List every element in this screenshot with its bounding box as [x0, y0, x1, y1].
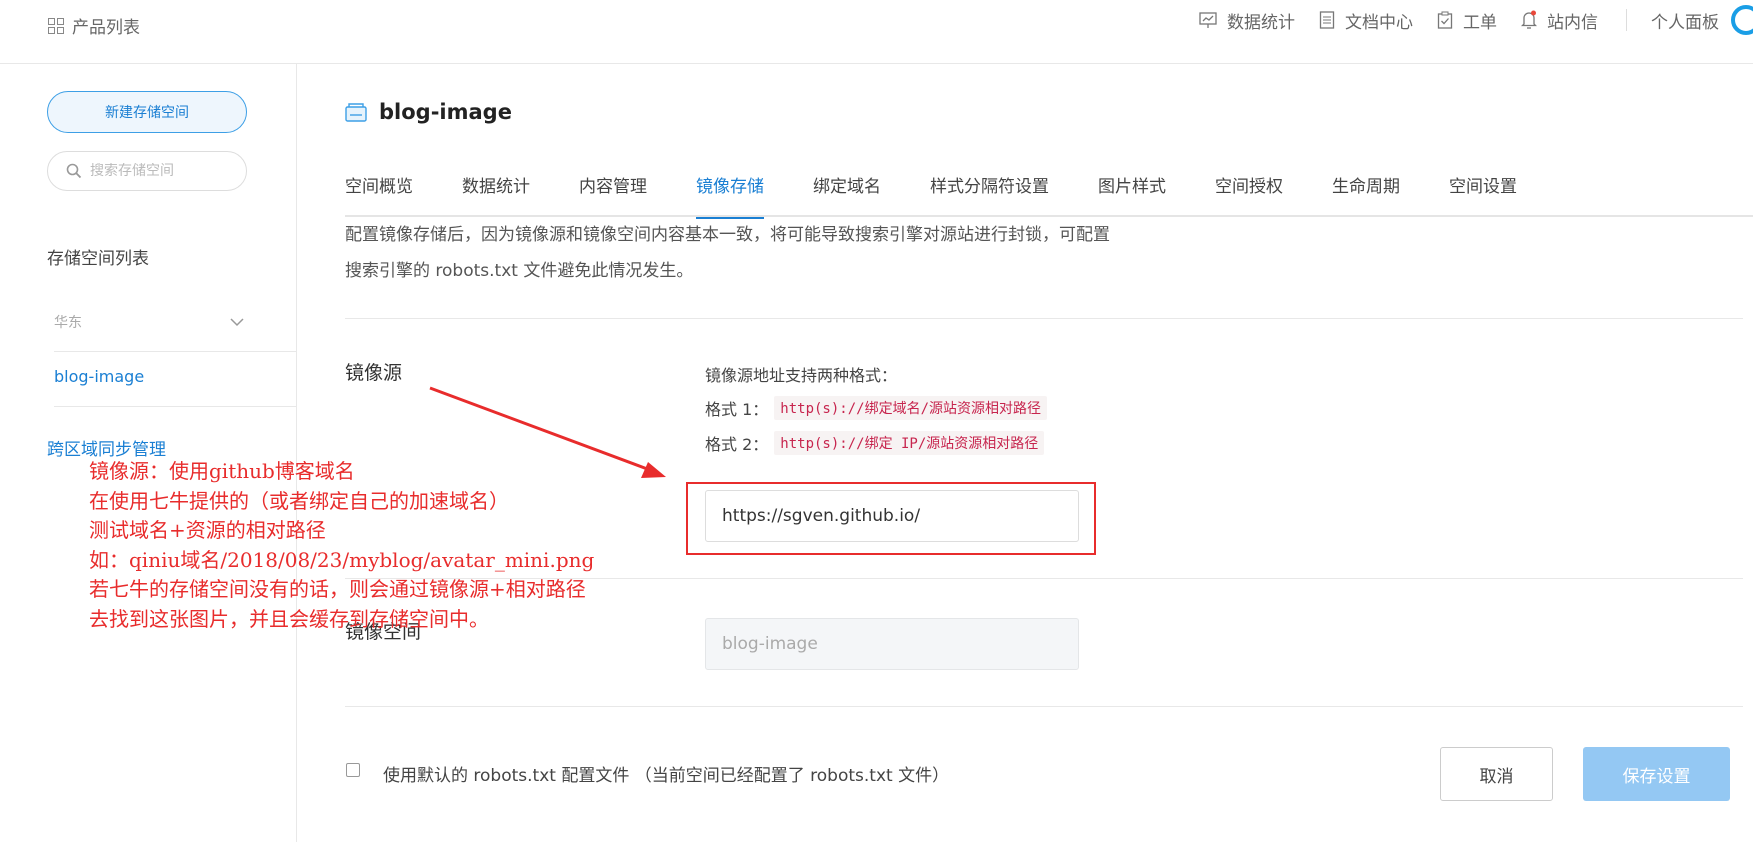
nav-data-stats[interactable]: 数据统计: [1199, 8, 1295, 33]
bucket-icon: [345, 103, 367, 122]
save-button[interactable]: 保存设置: [1583, 747, 1730, 801]
nav-label: 工单: [1463, 12, 1497, 33]
divider: [1626, 9, 1627, 31]
format-heading: 镜像源地址支持两种格式：: [705, 366, 898, 385]
nav-label: 站内信: [1547, 12, 1598, 33]
description-line: 搜索引擎的 robots.txt 文件避免此情况发生。: [345, 261, 694, 281]
format-2: 格式 2： http(s)://绑定 IP/源站资源相对路径: [705, 431, 1045, 455]
product-list-label: 产品列表: [72, 18, 140, 38]
tab-domains[interactable]: 绑定域名: [813, 175, 881, 217]
top-bar: 产品列表 数据统计 文档中心 工单 站内信 个人面板: [0, 0, 1753, 64]
format-code: http(s)://绑定域名/源站资源相对路径: [774, 396, 1047, 420]
tab-overview[interactable]: 空间概览: [345, 175, 413, 217]
annotation-line: 若七牛的存储空间没有的话，则会通过镜像源+相对路径: [89, 577, 586, 601]
nav-docs[interactable]: 文档中心: [1319, 8, 1413, 33]
format-code: http(s)://绑定 IP/源站资源相对路径: [774, 431, 1045, 455]
tab-content[interactable]: 内容管理: [579, 175, 647, 217]
chart-icon: [1199, 12, 1217, 28]
sidebar-item-blog-image[interactable]: blog-image: [54, 367, 144, 386]
mirror-source-label: 镜像源: [345, 362, 403, 384]
mirror-space-input: blog-image: [705, 618, 1079, 670]
robots-description: 配置镜像存储后，因为镜像源和镜像空间内容基本一致，将可能导致搜索引擎对源站进行封…: [345, 217, 1245, 289]
nav-label: 数据统计: [1227, 12, 1295, 33]
bell-icon: [1521, 10, 1537, 29]
annotation-line: 镜像源：使用github博客域名: [89, 459, 355, 483]
tab-bar: 空间概览 数据统计 内容管理 镜像存储 绑定域名 样式分隔符设置 图片样式 空间…: [345, 175, 1753, 219]
sidebar: 新建存储空间 存储空间列表 华东 blog-image 跨区域同步管理: [0, 64, 297, 842]
bucket-list-title: 存储空间列表: [47, 249, 149, 269]
top-nav: 数据统计 文档中心 工单 站内信 个人面板: [1175, 5, 1753, 35]
new-bucket-button[interactable]: 新建存储空间: [47, 91, 247, 133]
format-label: 格式 1：: [705, 400, 769, 419]
region-label: 华东: [54, 315, 82, 331]
divider: [345, 318, 1743, 319]
annotation-line: 在使用七牛提供的（或者绑定自己的加速域名）: [89, 488, 509, 513]
description-line: 配置镜像存储后，因为镜像源和镜像空间内容基本一致，将可能导致搜索引擎对源站进行封…: [345, 225, 1110, 245]
clipboard-icon: [1437, 11, 1453, 29]
format-label: 格式 2：: [705, 435, 769, 454]
annotation-line: 去找到这张图片，并且会缓存到存储空间中。: [89, 606, 489, 631]
document-icon: [1319, 11, 1335, 29]
page-title: blog-image: [379, 100, 512, 124]
nav-messages[interactable]: 站内信: [1521, 8, 1598, 33]
tab-settings[interactable]: 空间设置: [1449, 175, 1517, 217]
nav-label: 文档中心: [1345, 12, 1413, 33]
bucket-header: blog-image: [345, 100, 512, 124]
bucket-search[interactable]: [47, 151, 247, 191]
tab-image-styles[interactable]: 图片样式: [1098, 175, 1166, 217]
annotation-note: 镜像源：使用github博客域名 在使用七牛提供的（或者绑定自己的加速域名） 测…: [89, 457, 594, 634]
mirror-source-input[interactable]: https://sgven.github.io/: [705, 490, 1079, 542]
tab-data-stats[interactable]: 数据统计: [462, 175, 530, 217]
avatar[interactable]: [1731, 5, 1753, 35]
annotation-line: 测试域名+资源的相对路径: [89, 518, 326, 542]
cancel-button[interactable]: 取消: [1440, 747, 1553, 801]
nav-label: 个人面板: [1651, 12, 1719, 33]
annotation-line: 如：qiniu域名/2018/08/23/myblog/avatar_mini.…: [89, 547, 595, 572]
nav-ticket[interactable]: 工单: [1437, 8, 1497, 33]
product-list-menu[interactable]: 产品列表: [48, 13, 140, 38]
chevron-down-icon: [230, 317, 244, 326]
search-icon: [66, 163, 82, 179]
robots-checkbox-label: 使用默认的 robots.txt 配置文件 （当前空间已经配置了 robots.…: [383, 766, 950, 786]
nav-personal-panel[interactable]: 个人面板: [1651, 8, 1719, 33]
region-selector[interactable]: 华东: [54, 312, 244, 332]
tab-style-separator[interactable]: 样式分隔符设置: [930, 175, 1049, 217]
tab-lifecycle[interactable]: 生命周期: [1332, 175, 1400, 217]
divider: [54, 406, 297, 407]
format-1: 格式 1： http(s)://绑定域名/源站资源相对路径: [705, 396, 1047, 420]
tab-mirror-storage[interactable]: 镜像存储: [696, 175, 764, 219]
divider: [54, 351, 297, 352]
grid-icon: [48, 17, 64, 34]
divider: [345, 706, 1743, 707]
tab-authorization[interactable]: 空间授权: [1215, 175, 1283, 217]
search-input[interactable]: [90, 163, 230, 179]
robots-checkbox[interactable]: [346, 763, 360, 777]
